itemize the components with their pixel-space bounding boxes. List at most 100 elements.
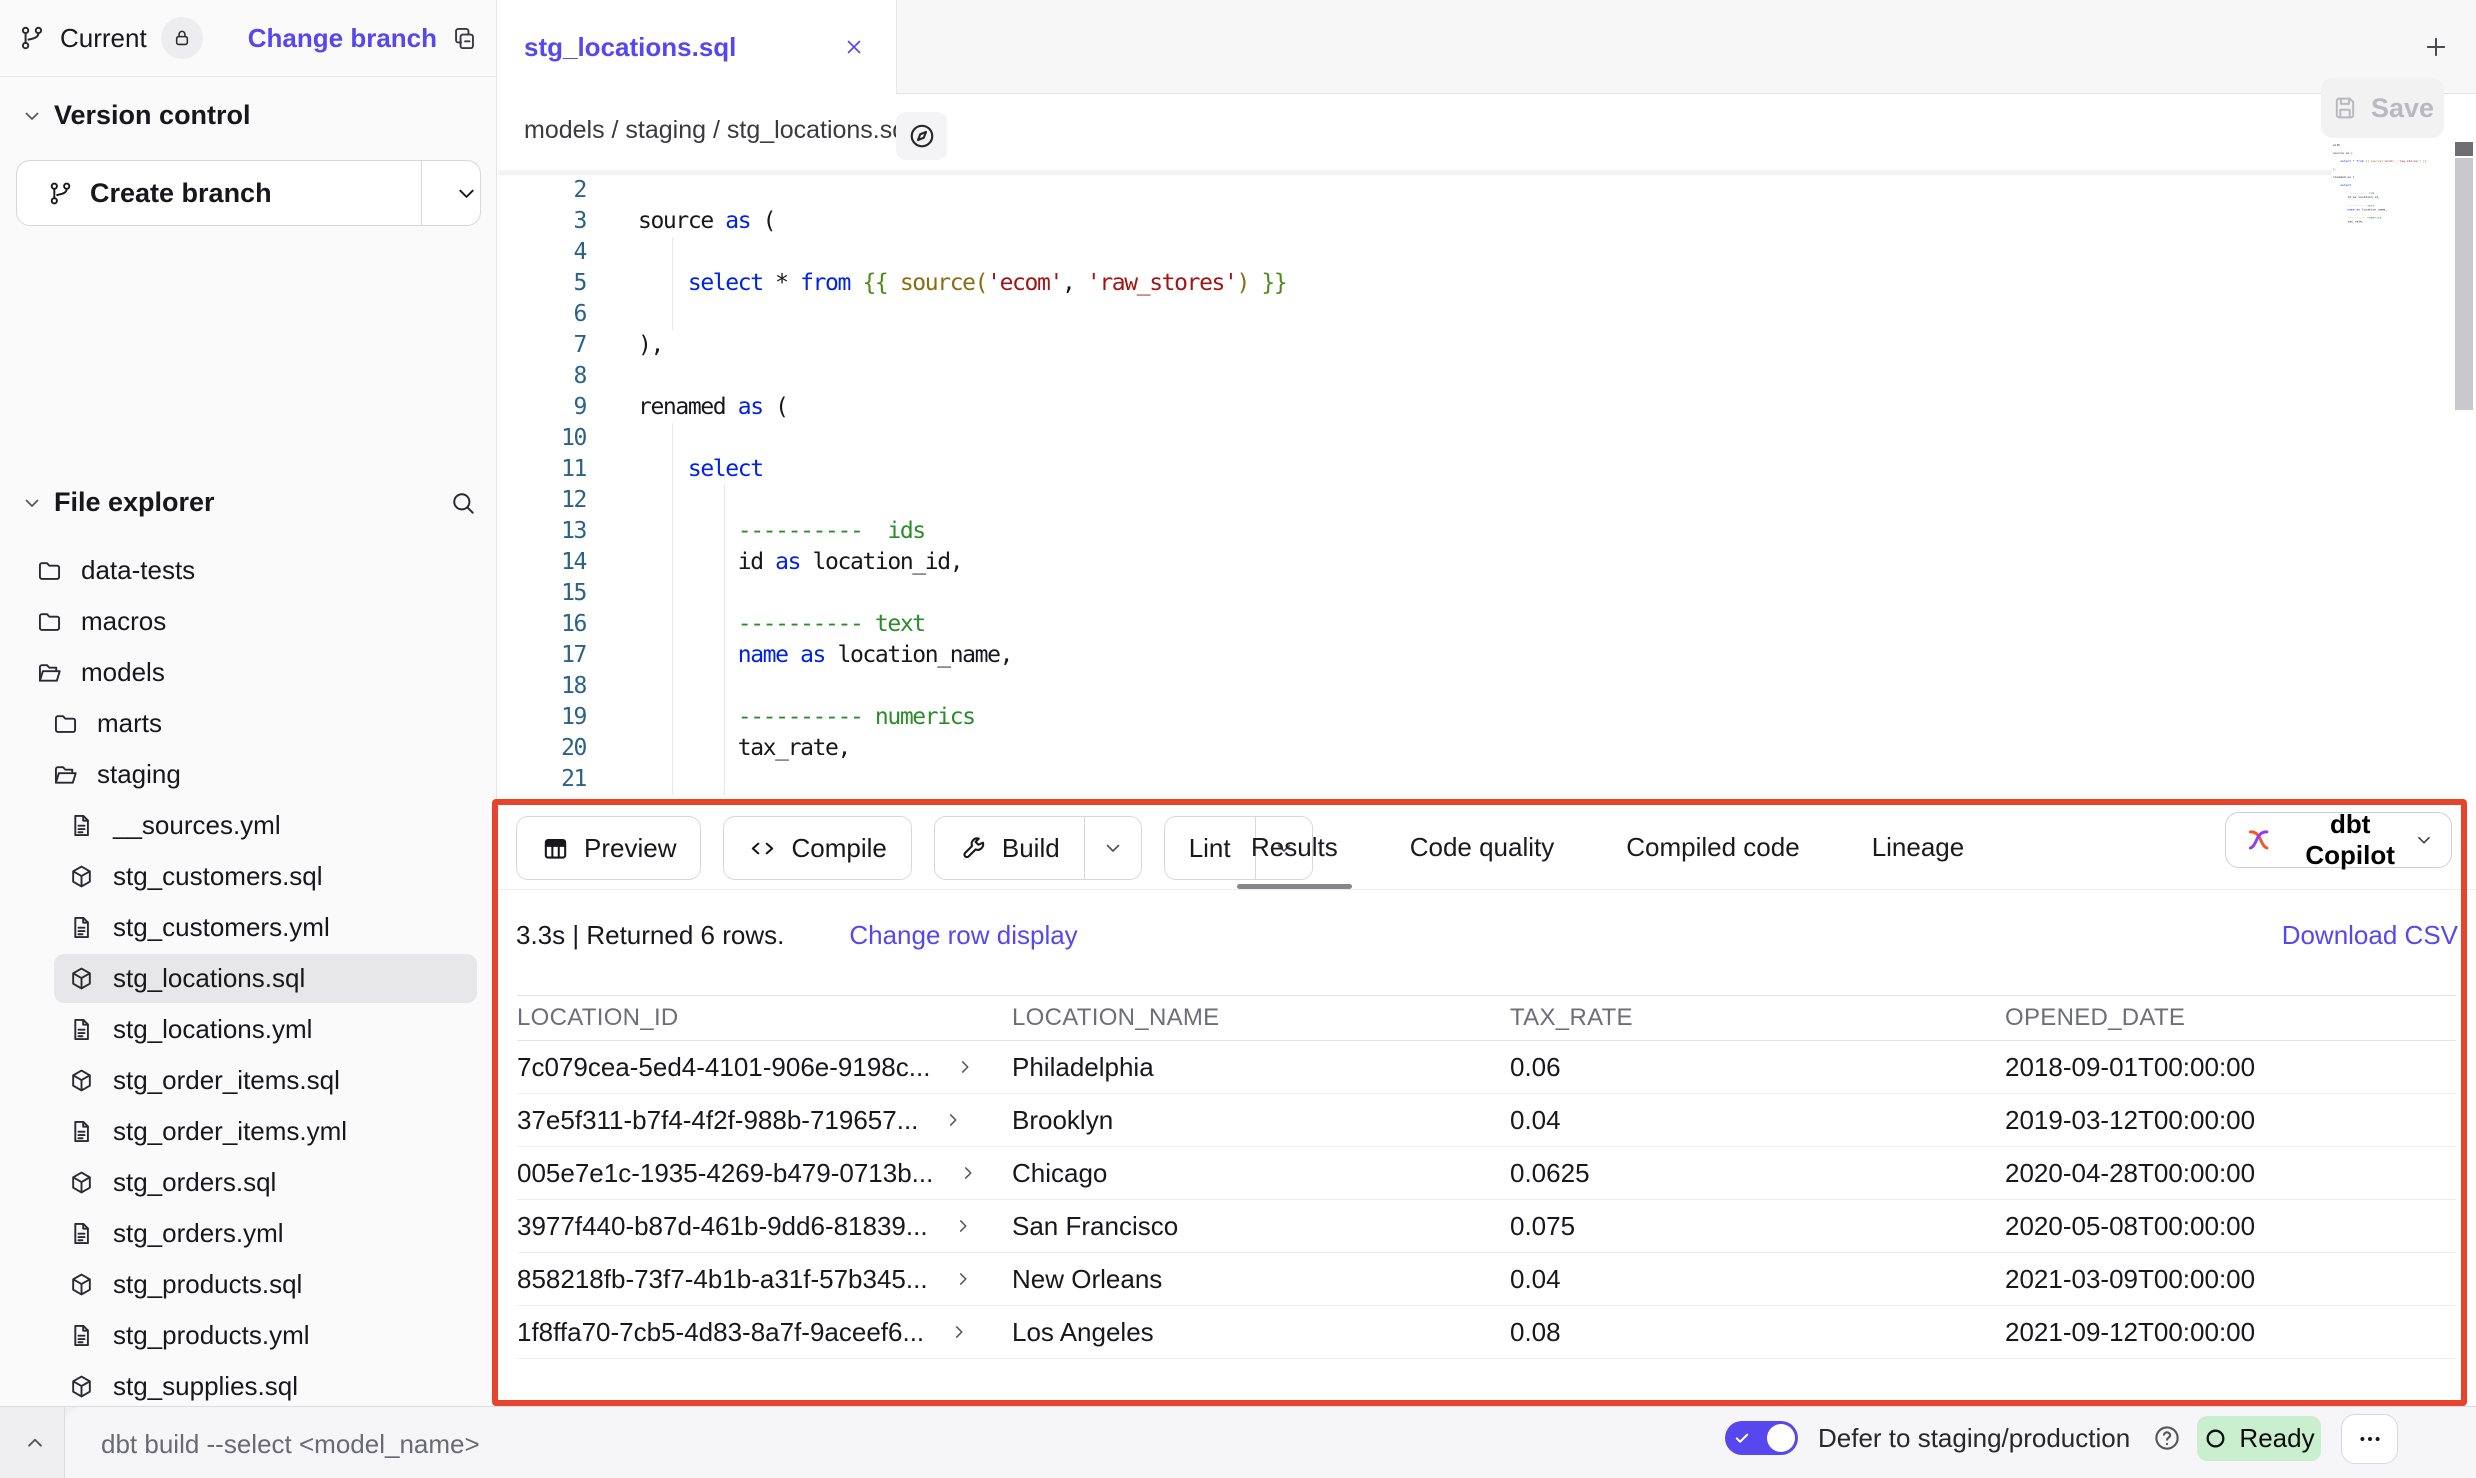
code-line-5[interactable]: 5 select * from {{ source('ecom', 'raw_s… (498, 268, 2476, 299)
file-item-marts[interactable]: marts (0, 698, 497, 749)
tab-stg-locations-sql[interactable]: stg_locations.sql (498, 0, 897, 94)
table-row: 005e7e1c-1935-4269-b479-0713b...Chicago0… (517, 1147, 2456, 1200)
file-item-stg-products-sql[interactable]: stg_products.sql (0, 1259, 497, 1310)
tab-compiled-code[interactable]: Compiled code (1612, 805, 1813, 889)
file-doc-icon (68, 914, 95, 941)
column-header-tax-rate: TAX_RATE (1510, 996, 2005, 1041)
code-line-2[interactable]: 2 (498, 175, 2476, 206)
code-line-20[interactable]: 20 tax_rate, (498, 733, 2476, 764)
table-row: 7c079cea-5ed4-4101-906e-9198c...Philadel… (517, 1041, 2456, 1094)
file-item-stg-customers-sql[interactable]: stg_customers.sql (0, 851, 497, 902)
expand-row-chevron-icon[interactable] (954, 1056, 976, 1078)
cell-tax-rate: 0.0625 (1510, 1147, 2005, 1200)
code-line-16[interactable]: 16 ---------- text (498, 609, 2476, 640)
results-summary: 3.3s | Returned 6 rows. (516, 920, 784, 951)
change-branch-link[interactable]: Change branch (248, 23, 437, 54)
line-number: 14 (498, 547, 586, 578)
expand-row-chevron-icon[interactable] (952, 1268, 974, 1290)
folder-icon (36, 557, 63, 584)
file-item-label: stg_orders.sql (113, 1167, 276, 1198)
close-icon[interactable] (842, 35, 866, 59)
ready-circle-icon (2203, 1426, 2228, 1451)
file-item-models[interactable]: models (0, 647, 497, 698)
tab-results[interactable]: Results (1237, 805, 1352, 889)
preview-button[interactable]: Preview (517, 817, 700, 879)
expand-row-chevron-icon[interactable] (948, 1321, 970, 1343)
code-line-10[interactable]: 10 (498, 423, 2476, 454)
code-line-21[interactable]: 21 (498, 764, 2476, 795)
copy-branch-icon[interactable] (451, 25, 478, 52)
file-explorer-title: File explorer (54, 487, 215, 518)
file-explorer-list: data-testsmacrosmodelsmartsstaging__sour… (0, 545, 497, 1412)
build-dropdown-button[interactable] (1085, 817, 1141, 879)
results-panel: PreviewCompileBuildLint ResultsCode qual… (498, 805, 2476, 1406)
git-branch-icon (18, 24, 46, 52)
code-line-17[interactable]: 17 name as location_name, (498, 640, 2476, 671)
help-icon[interactable] (2152, 1423, 2182, 1453)
folder-open-icon (36, 659, 63, 686)
editor-minimap[interactable]: withsource as ( select * from {{ source(… (2333, 143, 2451, 403)
file-item-stg-order-items-yml[interactable]: stg_order_items.yml (0, 1106, 497, 1157)
preview-label: Preview (584, 833, 676, 864)
create-branch-dropdown-button[interactable] (422, 161, 480, 225)
code-text: ), (586, 330, 2476, 361)
more-options-button[interactable] (2341, 1414, 2398, 1464)
code-line-15[interactable]: 15 (498, 578, 2476, 609)
code-line-9[interactable]: 9renamed as ( (498, 392, 2476, 423)
code-editor[interactable]: 1with23source as (4 5 select * from {{ s… (498, 170, 2476, 805)
code-line-11[interactable]: 11 select (498, 454, 2476, 485)
file-item-stg-supplies-sql[interactable]: stg_supplies.sql (0, 1361, 497, 1412)
chevron-up-icon[interactable] (22, 1430, 48, 1456)
new-tab-plus-icon[interactable] (2422, 33, 2450, 61)
create-branch-button[interactable]: Create branch (16, 160, 481, 226)
expand-row-chevron-icon[interactable] (942, 1109, 964, 1131)
code-line-4[interactable]: 4 (498, 237, 2476, 268)
save-button[interactable]: Save (2321, 78, 2444, 138)
file-item-stg-locations-yml[interactable]: stg_locations.yml (0, 1004, 497, 1055)
dbt-copilot-button[interactable]: dbt Copilot (2225, 812, 2452, 868)
file-item-stg-products-yml[interactable]: stg_products.yml (0, 1310, 497, 1361)
code-line-6[interactable]: 6 (498, 299, 2476, 330)
file-item-stg-locations-sql[interactable]: stg_locations.sql (0, 953, 497, 1004)
code-line-3[interactable]: 3source as ( (498, 206, 2476, 237)
file-item-label: stg_locations.sql (113, 963, 305, 994)
file-item-staging[interactable]: staging (0, 749, 497, 800)
code-text: ---------- ids (586, 516, 2476, 547)
file-item-macros[interactable]: macros (0, 596, 497, 647)
code-line-14[interactable]: 14 id as location_id, (498, 547, 2476, 578)
search-icon[interactable] (449, 489, 477, 517)
file-item-data-tests[interactable]: data-tests (0, 545, 497, 596)
code-line-7[interactable]: 7), (498, 330, 2476, 361)
file-explorer-section-header[interactable]: File explorer (20, 487, 477, 518)
expand-row-chevron-icon[interactable] (957, 1162, 979, 1184)
cell-location-id: 3977f440-b87d-461b-9dd6-81839... (517, 1211, 928, 1242)
build-wrench-icon (959, 834, 988, 863)
cell-location-name: Los Angeles (1012, 1306, 1510, 1359)
compile-code-icon (748, 834, 777, 863)
file-item-stg-order-items-sql[interactable]: stg_order_items.sql (0, 1055, 497, 1106)
code-line-18[interactable]: 18 (498, 671, 2476, 702)
code-line-13[interactable]: 13 ---------- ids (498, 516, 2476, 547)
file-item-stg-orders-yml[interactable]: stg_orders.yml (0, 1208, 497, 1259)
version-control-section-header[interactable]: Version control (20, 100, 251, 131)
code-line-12[interactable]: 12 (498, 485, 2476, 516)
code-line-8[interactable]: 8 (498, 361, 2476, 392)
defer-toggle[interactable] (1725, 1421, 1798, 1455)
file-item-sources-yml[interactable]: __sources.yml (0, 800, 497, 851)
navigate-button[interactable] (896, 112, 947, 160)
line-number: 20 (498, 733, 586, 764)
change-row-display-link[interactable]: Change row display (849, 920, 1077, 951)
expand-row-chevron-icon[interactable] (952, 1215, 974, 1237)
file-item-stg-orders-sql[interactable]: stg_orders.sql (0, 1157, 497, 1208)
compile-button[interactable]: Compile (724, 817, 910, 879)
file-item-label: stg_locations.yml (113, 1014, 312, 1045)
tab-lineage[interactable]: Lineage (1858, 805, 1979, 889)
code-line-19[interactable]: 19 ---------- numerics (498, 702, 2476, 733)
file-item-stg-customers-yml[interactable]: stg_customers.yml (0, 902, 497, 953)
cell-location-id: 858218fb-73f7-4b1b-a31f-57b345... (517, 1264, 928, 1295)
editor-scrollbar[interactable] (2452, 140, 2476, 800)
scrollbar-thumb[interactable] (2455, 142, 2473, 156)
build-button[interactable]: Build (935, 817, 1084, 879)
download-csv-link[interactable]: Download CSV (2282, 920, 2458, 951)
tab-code-quality[interactable]: Code quality (1396, 805, 1569, 889)
